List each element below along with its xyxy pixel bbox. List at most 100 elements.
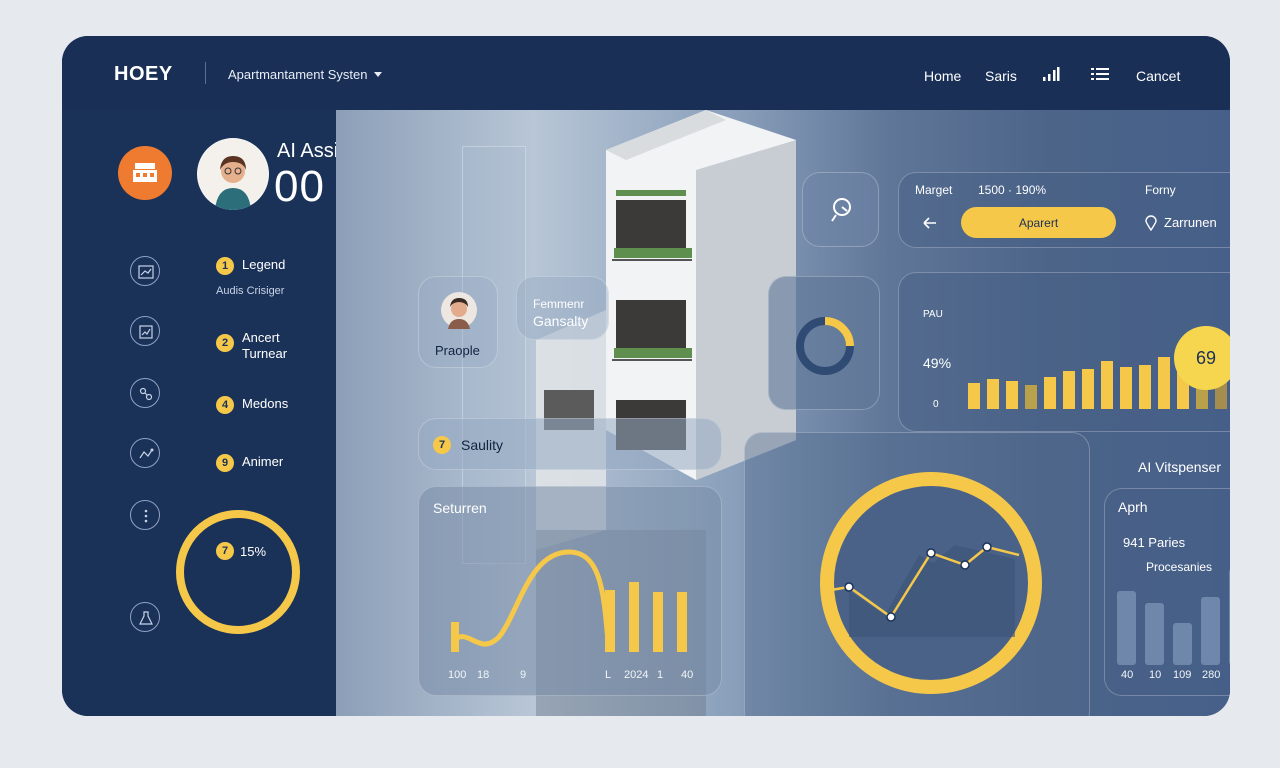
chart-bar bbox=[1044, 377, 1056, 409]
ai-vispenser-card: Aprh 89 941 Paries 4 Procesanies 40 10 1… bbox=[1104, 488, 1230, 696]
chart-bar bbox=[1229, 569, 1230, 665]
feminine-line1: Femmenr bbox=[533, 297, 585, 311]
step-label: Animer bbox=[242, 454, 284, 469]
step-sublabel: Audis Crisiger bbox=[216, 285, 285, 297]
system-name: Apartmantament Systen bbox=[228, 67, 368, 82]
chart-title: Seturren bbox=[433, 500, 487, 516]
system-selector[interactable]: Apartmantament Systen bbox=[228, 67, 383, 82]
data-point bbox=[982, 542, 992, 552]
filter-label: Marget bbox=[915, 183, 953, 197]
search-tile[interactable] bbox=[802, 172, 879, 247]
chart-bar bbox=[1120, 367, 1132, 409]
safety-label: Saulity bbox=[461, 437, 504, 453]
nav-cancel[interactable]: Cancet bbox=[1136, 68, 1180, 84]
x-tick: L bbox=[605, 669, 612, 681]
step-item[interactable]: 2 Ancert Turnear bbox=[216, 330, 287, 362]
apartment-button[interactable]: Aparert bbox=[961, 207, 1116, 238]
x-tick: 18 bbox=[477, 669, 490, 681]
step-item[interactable]: 1 Legend bbox=[216, 257, 285, 275]
gauge-number-badge: 7 bbox=[216, 542, 234, 560]
x-tick: 1 bbox=[657, 669, 664, 681]
x-tick: 280 bbox=[1202, 669, 1221, 681]
menu-icon[interactable] bbox=[1091, 66, 1109, 82]
document-chart-icon bbox=[139, 325, 153, 339]
chart-bar bbox=[605, 590, 615, 652]
chevron-down-icon bbox=[374, 71, 383, 77]
step-number-badge: 4 bbox=[216, 396, 234, 414]
divider bbox=[205, 62, 206, 84]
flask-icon bbox=[139, 611, 153, 625]
chart-bar bbox=[653, 592, 663, 652]
x-tick: 109 bbox=[1173, 669, 1192, 681]
sidebar-nav-chart[interactable] bbox=[130, 256, 160, 286]
apartment-button[interactable] bbox=[118, 146, 172, 200]
sidebar-nav-network[interactable] bbox=[130, 378, 160, 408]
x-tick: 100 bbox=[448, 669, 467, 681]
step-item[interactable]: 9 Animer bbox=[216, 454, 283, 472]
chart-bar bbox=[968, 383, 980, 409]
feminine-card[interactable]: Femmenr Gansalty bbox=[516, 276, 609, 340]
apartment-button-label: Aparert bbox=[1018, 216, 1059, 230]
donut-chart bbox=[796, 317, 854, 375]
top-bar: HOEY Apartmantament Systen Home Saris Ca… bbox=[62, 36, 1230, 110]
chart-bar bbox=[987, 379, 999, 409]
people-label: Praople bbox=[435, 343, 480, 358]
arrow-left-icon[interactable] bbox=[923, 217, 937, 229]
x-tick: 40 bbox=[681, 669, 694, 681]
nav-home[interactable]: Home bbox=[924, 68, 961, 84]
building-icon bbox=[133, 163, 157, 182]
routes-icon bbox=[139, 448, 154, 459]
signal-icon[interactable] bbox=[1042, 66, 1060, 82]
safety-bar[interactable]: 7 Saulity bbox=[418, 418, 722, 470]
chart-bar bbox=[1201, 597, 1220, 665]
search-icon bbox=[831, 198, 851, 222]
logo[interactable]: HOEY bbox=[114, 63, 173, 86]
people-card[interactable]: Praople bbox=[418, 276, 498, 368]
feminine-line2: Gansalty bbox=[533, 313, 589, 329]
app-window: HOEY Apartmantament Systen Home Saris Ca… bbox=[62, 36, 1230, 716]
chart-icon bbox=[138, 265, 154, 279]
chart-bar bbox=[1117, 591, 1136, 665]
bar-chart-percent: 49% bbox=[923, 355, 952, 371]
bar-chart-zero: 0 bbox=[933, 399, 939, 410]
safety-number-badge: 7 bbox=[433, 436, 451, 454]
chart-bar bbox=[1101, 361, 1113, 409]
step-item[interactable]: 4 Medons bbox=[216, 396, 288, 414]
ring-line-chart bbox=[820, 472, 1042, 694]
progress-gauge bbox=[176, 510, 300, 634]
bar-chart-card: PAU 49% 0 69 bbox=[898, 272, 1230, 432]
x-tick: 2024 bbox=[624, 669, 649, 681]
chart-bar bbox=[1063, 371, 1075, 409]
assistant-avatar[interactable] bbox=[197, 138, 269, 210]
row-label: 941 Paries bbox=[1123, 535, 1186, 550]
sidebar-nav-settings[interactable] bbox=[130, 602, 160, 632]
x-tick: 40 bbox=[1121, 669, 1134, 681]
data-point bbox=[960, 560, 970, 570]
bubble-value: 69 bbox=[1195, 348, 1217, 368]
sidebar-nav-routes[interactable] bbox=[130, 438, 160, 468]
filter-label: Forny bbox=[1145, 183, 1176, 197]
gauge-label: 7 15% bbox=[216, 542, 266, 560]
filter-range: 1500 · 190% bbox=[978, 183, 1047, 197]
ai-vispenser-title: AI Vitspenser bbox=[1138, 459, 1222, 475]
person-avatar-icon bbox=[441, 292, 477, 329]
x-tick: 10 bbox=[1149, 669, 1162, 681]
sidebar-nav-more[interactable] bbox=[130, 500, 160, 530]
value-bubble: 69 bbox=[1174, 326, 1230, 390]
chart-bar bbox=[1006, 381, 1018, 409]
row-label: Aprh bbox=[1118, 499, 1148, 515]
data-point bbox=[886, 612, 896, 622]
chart-bar bbox=[1173, 623, 1192, 665]
more-vertical-icon bbox=[144, 509, 148, 523]
chart-bar bbox=[1158, 357, 1170, 409]
person-avatar-icon bbox=[198, 139, 268, 210]
seturren-chart-card: Seturren 100 18 9 L 2024 1 40 bbox=[418, 486, 722, 696]
location-label: Zarrunen bbox=[1164, 215, 1217, 230]
gauge-value: 15% bbox=[240, 543, 267, 559]
vispenser-bar-chart bbox=[1117, 569, 1230, 665]
sidebar-nav-document[interactable] bbox=[130, 316, 160, 346]
chart-bar bbox=[1082, 369, 1094, 409]
nav-saris[interactable]: Saris bbox=[985, 68, 1017, 84]
data-point bbox=[926, 548, 936, 558]
location-pin-icon bbox=[1145, 215, 1157, 231]
